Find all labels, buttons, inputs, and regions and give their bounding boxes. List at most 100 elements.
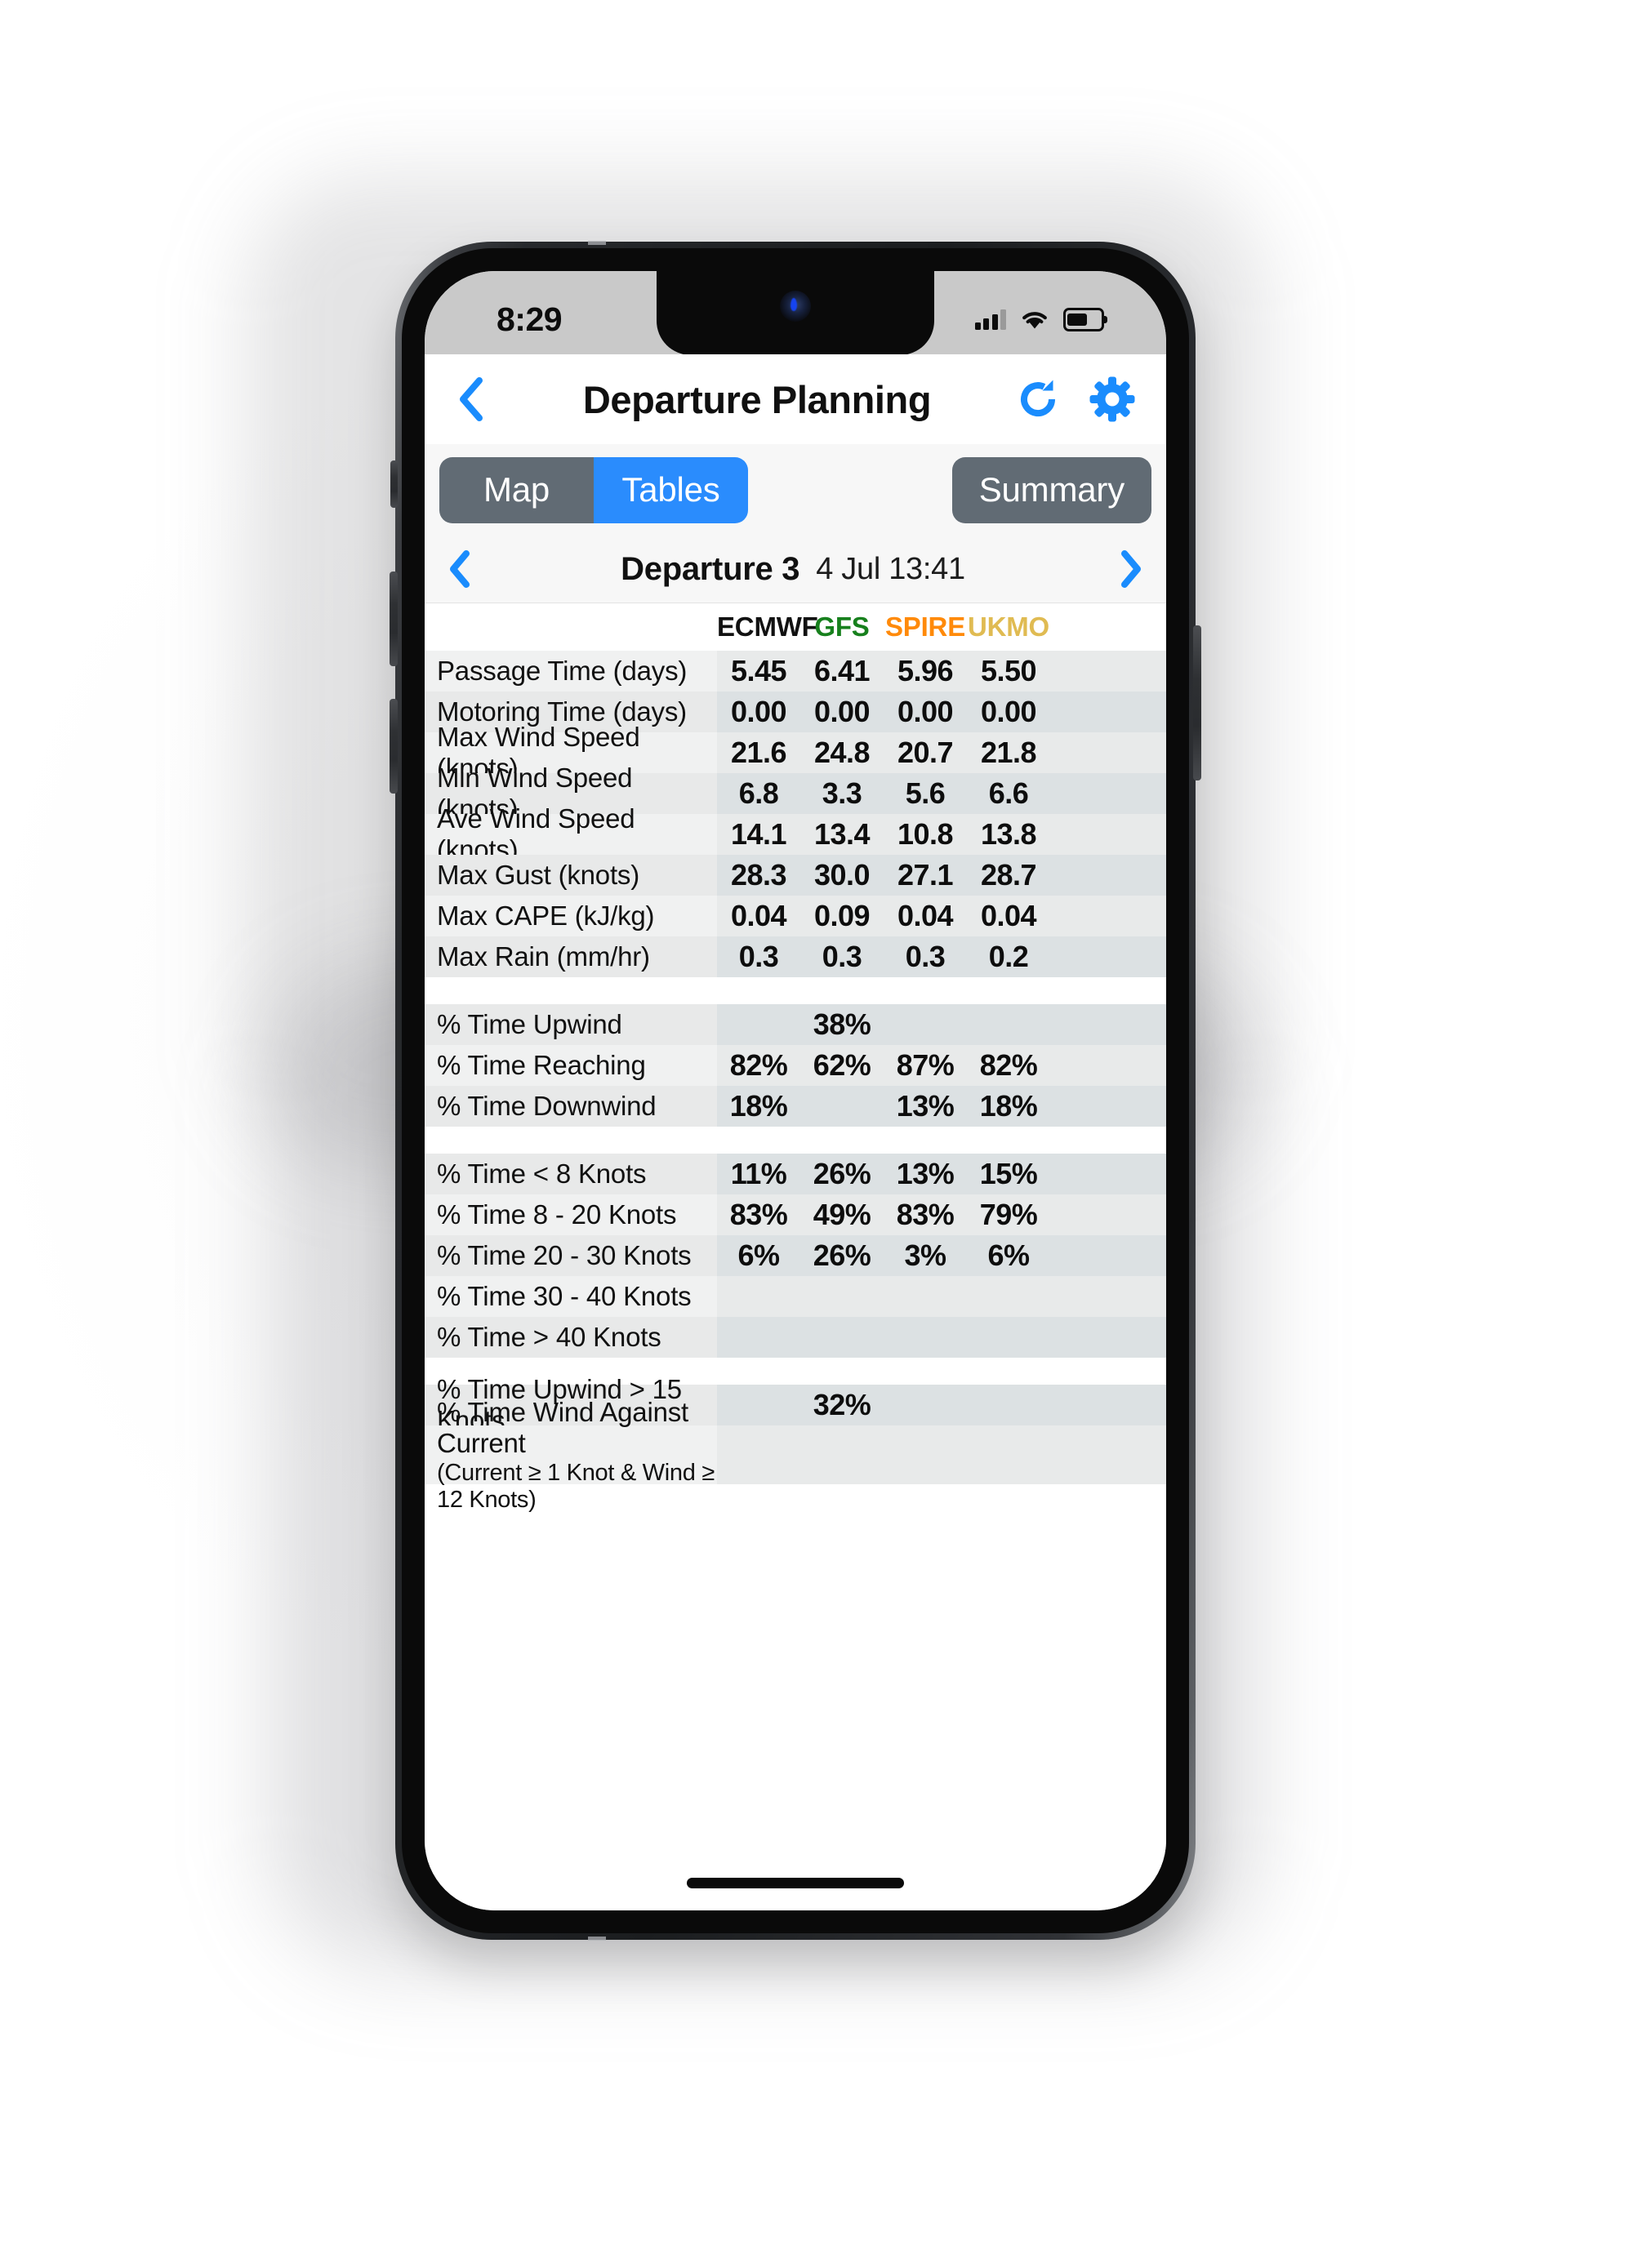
table-cell: 5.6 — [905, 776, 946, 810]
table-cell: 0.3 — [738, 940, 779, 973]
next-departure-button[interactable] — [1096, 550, 1166, 588]
refresh-button[interactable] — [1016, 377, 1060, 421]
table-cell: 13% — [896, 1089, 955, 1123]
table-row-values — [717, 977, 1166, 1004]
table-cell: 5.96 — [897, 654, 954, 687]
table-spacer-row — [425, 1127, 1166, 1154]
table-cell: 0.00 — [813, 695, 871, 728]
table-cell: 6% — [737, 1239, 780, 1272]
table-row-values: 5.45 6.41 5.96 5.50 — [717, 651, 1166, 692]
cellular-bars-icon — [974, 309, 1006, 330]
back-button[interactable] — [452, 374, 490, 425]
table-row-values — [717, 1317, 1166, 1358]
view-mode-bar: Map Tables Summary — [425, 444, 1166, 536]
table-row-label: % Time Downwind — [425, 1086, 717, 1127]
departure-info: Departure 3 4 Jul 13:41 — [495, 551, 1096, 588]
table-row-label — [425, 1127, 717, 1154]
table-cell: 27.1 — [897, 858, 954, 892]
table-row: Max Gust (knots) 28.3 30.0 27.1 28.7 — [425, 855, 1166, 896]
table-row-label-main: % Time Downwind — [437, 1091, 657, 1121]
table-row-label: % Time Wind Against Current (Current ≥ 1 … — [425, 1397, 717, 1513]
table-row-values: 6% 26% 3% 6% — [717, 1235, 1166, 1276]
table-row: % Time 30 - 40 Knots — [425, 1276, 1166, 1317]
table-column-header-gfs: GFS — [814, 611, 870, 642]
table-cell: 0.3 — [905, 940, 946, 973]
table-row-label-main: % Time 8 - 20 Knots — [437, 1199, 677, 1230]
table-row-values: 14.1 13.4 10.8 13.8 — [717, 814, 1166, 855]
table-header-label-cell — [425, 603, 717, 651]
antenna-line-bottom — [588, 1937, 606, 1941]
table-cell: 6.6 — [988, 776, 1029, 810]
previous-departure-button[interactable] — [425, 550, 495, 588]
table-cell: 6% — [987, 1239, 1030, 1272]
table-row-values — [717, 1127, 1166, 1154]
volume-down-button[interactable] — [390, 699, 398, 794]
table-cell: 28.3 — [730, 858, 787, 892]
table-cell: 20.7 — [897, 736, 954, 769]
table-cell: 82% — [729, 1048, 788, 1082]
home-indicator[interactable] — [687, 1878, 904, 1888]
table-body: Passage Time (days) 5.45 6.41 5.96 5.50 Motor… — [425, 651, 1166, 1513]
table-cell: 0.09 — [813, 899, 871, 932]
table-cell: 0.00 — [730, 695, 787, 728]
table-row-label: % Time 20 - 30 Knots — [425, 1235, 717, 1276]
table-row-label-main: % Time 20 - 30 Knots — [437, 1240, 692, 1270]
volume-up-button[interactable] — [390, 571, 398, 666]
table-cell: 30.0 — [813, 858, 871, 892]
notch — [657, 271, 934, 355]
table-cell: 26% — [813, 1239, 871, 1272]
departure-date: 4 Jul 13:41 — [816, 551, 965, 586]
table-cell: 10.8 — [897, 817, 954, 851]
table-cell: 0.04 — [897, 899, 954, 932]
table-row: % Time Reaching 82% 62% 87% 82% — [425, 1045, 1166, 1086]
table-cell: 0.3 — [822, 940, 862, 973]
table-column-header-ukmo: UKMO — [967, 611, 1050, 642]
departure-selector: Departure 3 4 Jul 13:41 — [425, 536, 1166, 603]
table-cell: 79% — [979, 1198, 1038, 1231]
table-row: % Time 20 - 30 Knots 6% 26% 3% 6% — [425, 1235, 1166, 1276]
table-cell: 87% — [896, 1048, 955, 1082]
table-row-label: Max Gust (knots) — [425, 855, 717, 896]
table-row-values — [717, 1358, 1166, 1385]
table-row: % Time Wind Against Current (Current ≥ 1 … — [425, 1397, 1166, 1513]
table-row: % Time Upwind 38% — [425, 1004, 1166, 1045]
summary-button[interactable]: Summary — [951, 456, 1151, 523]
table-row: Max Rain (mm/hr) 0.3 0.3 0.3 0.2 — [425, 936, 1166, 977]
table-column-header-ecmwf: ECMWF — [717, 611, 818, 642]
chevron-right-icon — [1121, 550, 1141, 588]
table-cell: 18% — [979, 1089, 1038, 1123]
settings-button[interactable] — [1089, 376, 1135, 422]
table-row-label: % Time < 8 Knots — [425, 1154, 717, 1194]
table-row-values: 38% — [717, 1004, 1166, 1045]
table-cell: 18% — [729, 1089, 788, 1123]
forecast-table: ECMWF GFS SPIRE UKMO Passage Time (days) 5.4… — [425, 603, 1166, 1910]
table-cell: 83% — [729, 1198, 788, 1231]
table-row-label: % Time Upwind — [425, 1004, 717, 1045]
phone-screen: 8:29 Departure Planning Map Tables Summa… — [425, 271, 1166, 1910]
table-cell: 0.04 — [730, 899, 787, 932]
view-segmented-control[interactable]: Map Tables — [439, 456, 748, 523]
departure-label: Departure 3 — [621, 550, 800, 587]
page-title: Departure Planning — [582, 377, 932, 421]
front-camera-icon — [780, 291, 811, 322]
tab-map[interactable]: Map — [439, 456, 594, 523]
table-row-values: 11% 26% 13% 15% — [717, 1154, 1166, 1194]
table-row-label: Max CAPE (kJ/kg) — [425, 896, 717, 936]
silent-switch[interactable] — [390, 460, 398, 508]
table-spacer-row — [425, 977, 1166, 1004]
table-row-values: 0.04 0.09 0.04 0.04 — [717, 896, 1166, 936]
table-row-label-main: % Time Reaching — [437, 1050, 646, 1080]
nav-actions — [1016, 376, 1135, 422]
table-row-values: 0.3 0.3 0.3 0.2 — [717, 936, 1166, 977]
chevron-left-icon — [460, 377, 483, 421]
table-cell: 5.50 — [980, 654, 1037, 687]
table-row-values: 0.00 0.00 0.00 0.00 — [717, 692, 1166, 732]
table-row-label — [425, 977, 717, 1004]
power-button[interactable] — [1193, 625, 1201, 780]
table-cell: 32% — [813, 1388, 871, 1421]
table-row-label-main: % Time > 40 Knots — [437, 1322, 661, 1352]
table-cell: 13.4 — [813, 817, 871, 851]
navigation-bar: Departure Planning — [425, 354, 1166, 444]
table-header-model-cells: ECMWF GFS SPIRE UKMO — [717, 603, 1166, 651]
tab-tables[interactable]: Tables — [594, 456, 748, 523]
